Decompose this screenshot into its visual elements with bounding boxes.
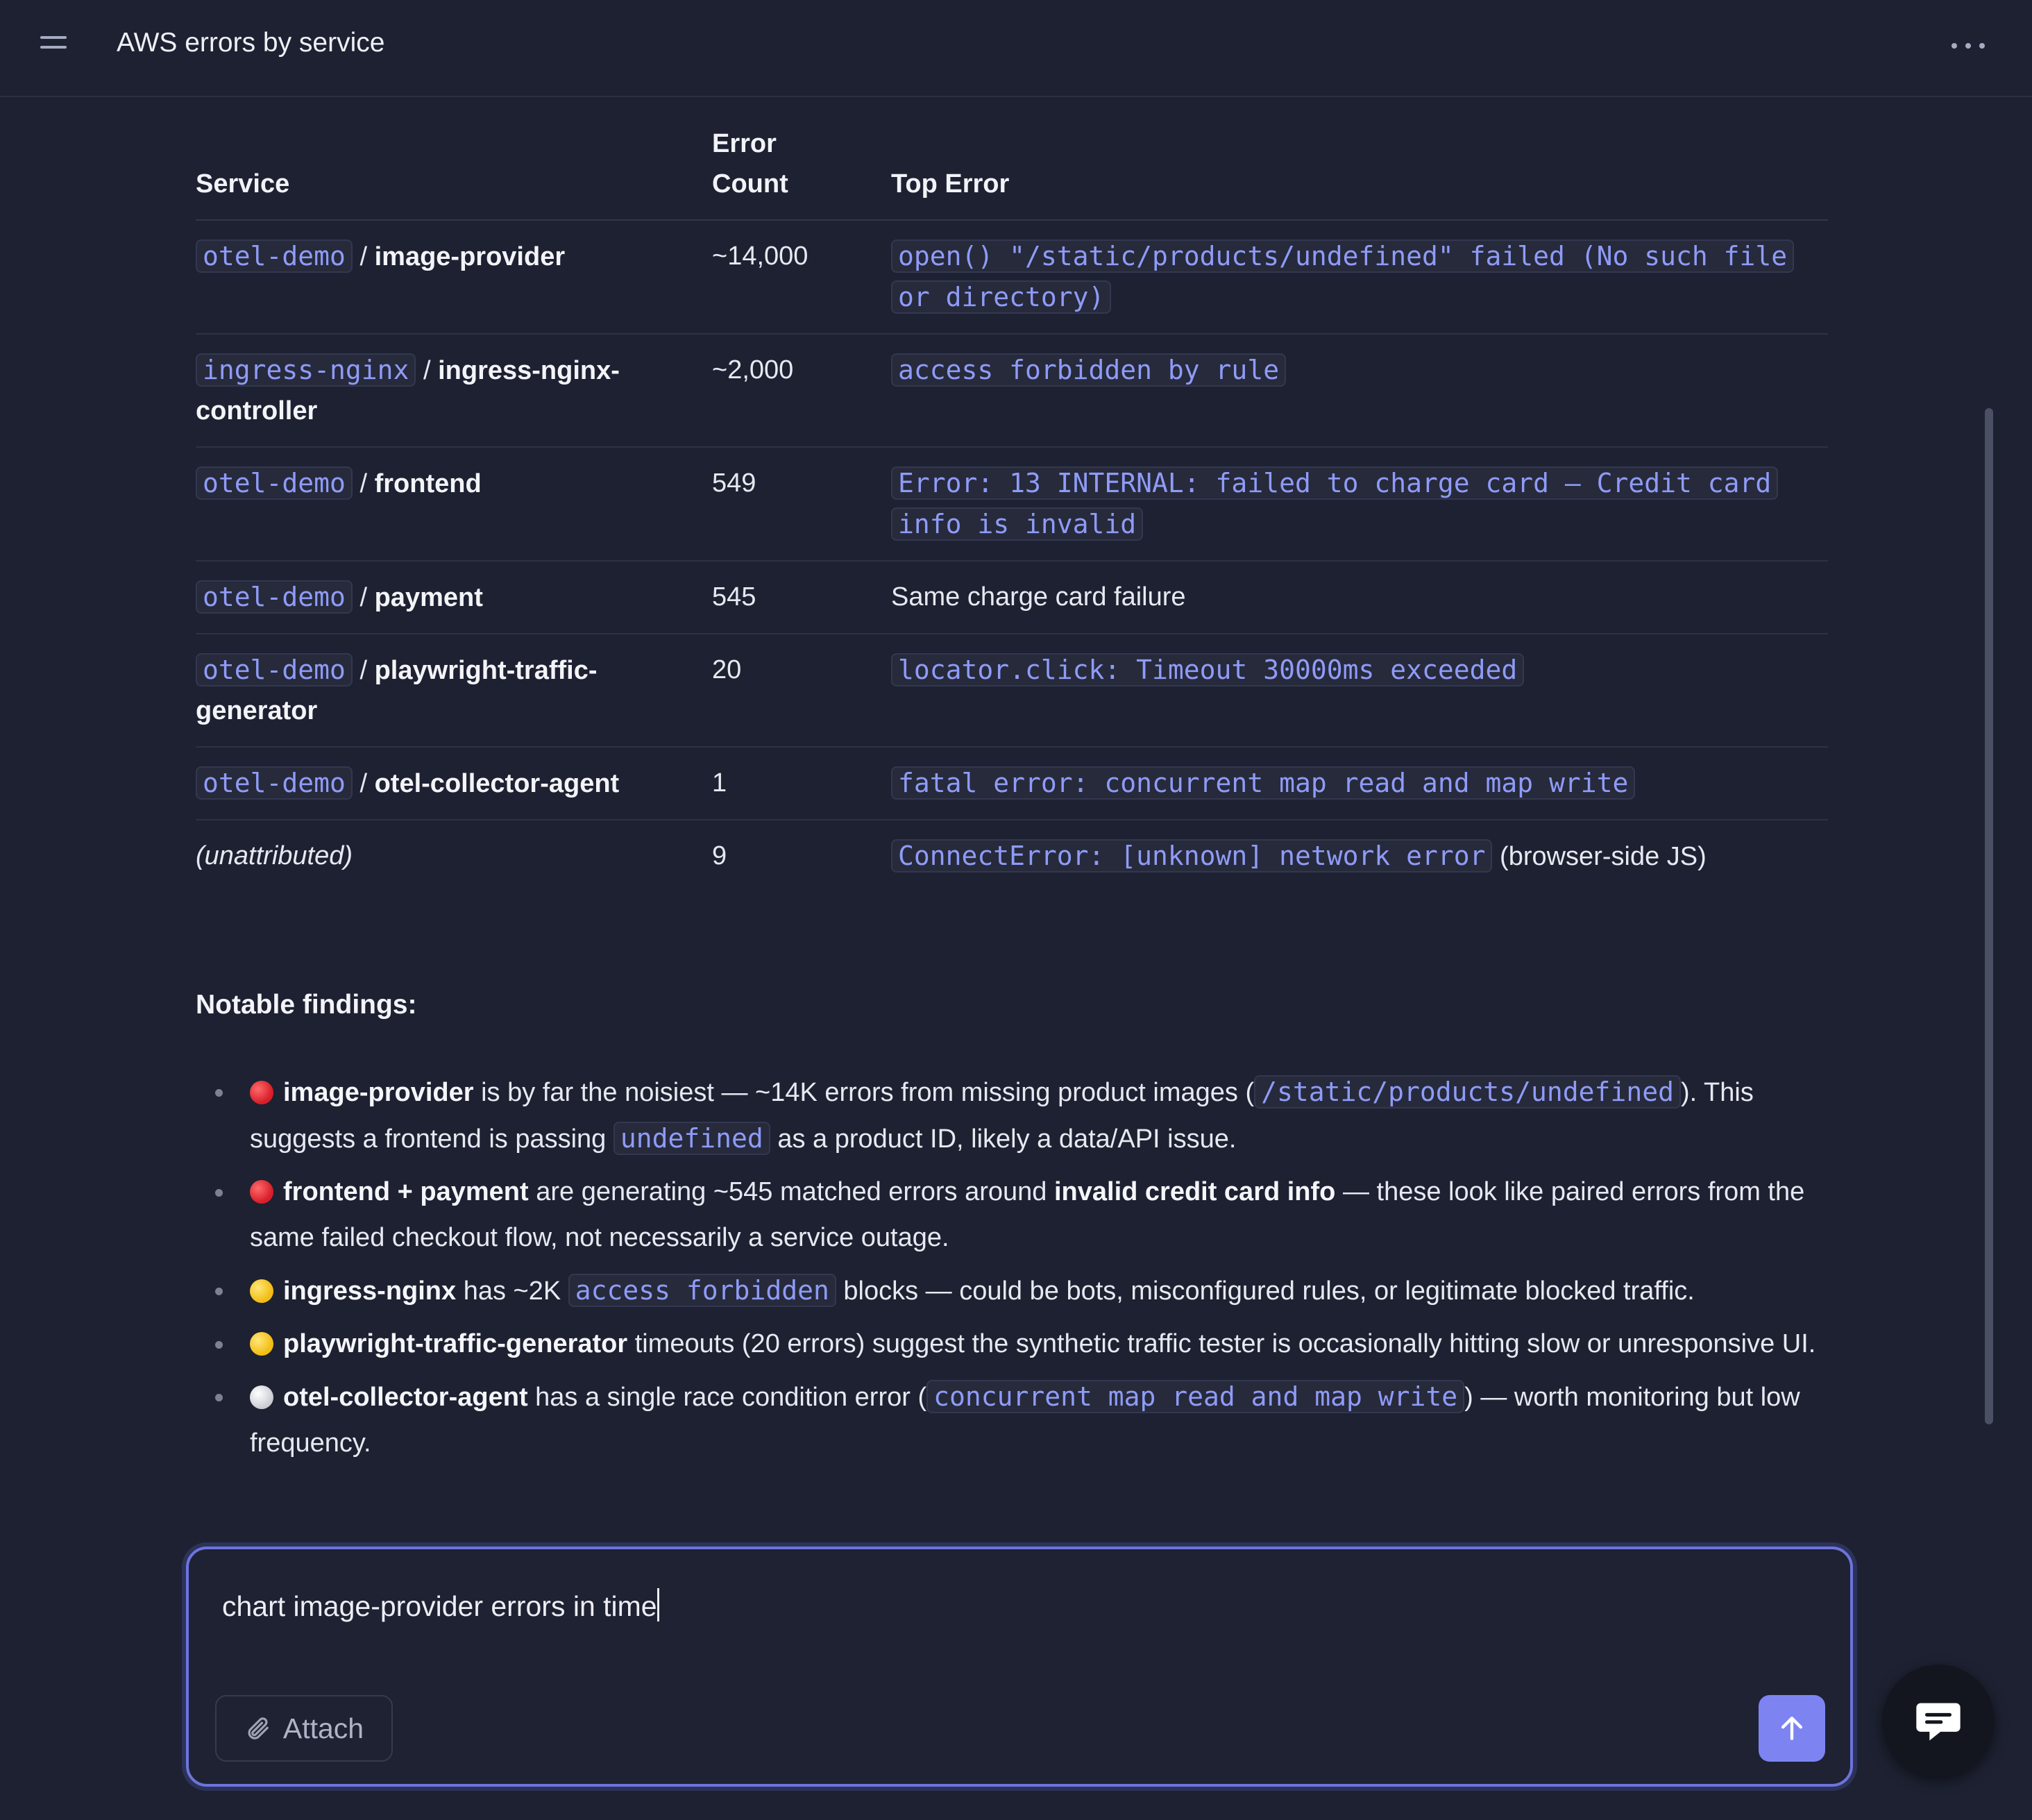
table-header-row: Service Error Count Top Error <box>196 97 1828 221</box>
message-composer[interactable]: chart image-provider errors in time Atta… <box>186 1547 1853 1787</box>
send-button[interactable] <box>1759 1695 1825 1762</box>
namespace-code: ingress-nginx <box>196 353 416 387</box>
top-error-code: locator.click: Timeout 30000ms exceeded <box>891 653 1525 686</box>
paperclip-icon <box>248 1717 269 1739</box>
namespace-code: otel-demo <box>196 653 353 686</box>
error-count: 20 <box>712 634 891 748</box>
service-name: image-provider <box>374 242 566 271</box>
more-dots-icon[interactable] <box>1947 35 1989 56</box>
menu-icon[interactable] <box>40 36 68 53</box>
red-circle-icon <box>250 1180 273 1204</box>
list-item: playwright-traffic-generator timeouts (2… <box>196 1321 1828 1367</box>
service-name: payment <box>374 583 483 612</box>
top-error-code: access forbidden by rule <box>891 353 1287 387</box>
top-error-text: Same charge card failure <box>891 561 1828 634</box>
top-error-code: fatal error: concurrent map read and map… <box>891 766 1636 800</box>
namespace-code: otel-demo <box>196 766 353 800</box>
service-name-unattributed: (unattributed) <box>196 841 353 870</box>
chat-bubble-icon <box>1916 1703 1961 1741</box>
error-count: 9 <box>712 841 727 870</box>
arrow-up-icon <box>1781 1717 1803 1740</box>
header-service: Service <box>196 97 712 221</box>
chat-launcher-button[interactable] <box>1882 1665 1995 1777</box>
header-top-error: Top Error <box>891 97 1828 221</box>
page-title: AWS errors by service <box>117 28 385 58</box>
error-count: 549 <box>712 447 891 562</box>
namespace-code: otel-demo <box>196 580 353 614</box>
top-bar: AWS errors by service <box>0 0 2032 97</box>
message-input[interactable]: chart image-provider errors in time <box>222 1588 659 1623</box>
table-row: ingress-nginx / ingress-nginx-controller… <box>196 334 1828 448</box>
white-circle-icon <box>250 1385 273 1409</box>
list-item: ingress-nginx has ~2K access forbidden b… <box>196 1267 1828 1314</box>
list-item: frontend + payment are generating ~545 m… <box>196 1169 1828 1261</box>
top-error-suffix: (browser-side JS) <box>1492 842 1707 871</box>
top-error-code: Error: 13 INTERNAL: failed to charge car… <box>891 466 1779 541</box>
error-count: 1 <box>712 747 891 820</box>
red-circle-icon <box>250 1081 273 1104</box>
errors-table: Service Error Count Top Error otel-demo /… <box>196 97 1828 892</box>
yellow-circle-icon <box>250 1332 273 1356</box>
table-row: (unattributed) 9 ConnectError: [unknown]… <box>196 820 1828 892</box>
yellow-circle-icon <box>250 1279 273 1303</box>
table-row: otel-demo / image-provider ~14,000 open(… <box>196 220 1828 335</box>
error-count: 545 <box>712 561 891 634</box>
table-row: otel-demo / otel-collector-agent 1 fatal… <box>196 747 1828 820</box>
table-row: otel-demo / playwright-traffic-generator… <box>196 634 1828 748</box>
attach-button[interactable]: Attach <box>215 1695 393 1762</box>
namespace-code: otel-demo <box>196 239 353 273</box>
service-name: otel-collector-agent <box>374 769 620 798</box>
findings-list: image-provider is by far the noisiest — … <box>196 1069 1828 1473</box>
list-item: image-provider is by far the noisiest — … <box>196 1069 1828 1162</box>
service-name: frontend <box>374 469 482 498</box>
namespace-code: otel-demo <box>196 466 353 500</box>
table-row: otel-demo / payment 545 Same charge card… <box>196 561 1828 634</box>
findings-heading: Notable findings: <box>196 990 417 1020</box>
attach-label: Attach <box>282 1712 364 1744</box>
top-error-code: open() "/static/products/undefined" fail… <box>891 239 1795 314</box>
table-row: otel-demo / frontend 549 Error: 13 INTER… <box>196 447 1828 562</box>
top-error-code: ConnectError: [unknown] network error <box>891 839 1493 873</box>
error-count: ~14,000 <box>712 220 891 335</box>
chat-content: Service Error Count Top Error otel-demo /… <box>196 97 1828 1458</box>
list-item: otel-collector-agent has a single race c… <box>196 1374 1828 1466</box>
header-error-count: Error Count <box>712 97 891 221</box>
scrollbar[interactable] <box>1985 408 1993 1424</box>
error-count: ~2,000 <box>712 334 891 448</box>
